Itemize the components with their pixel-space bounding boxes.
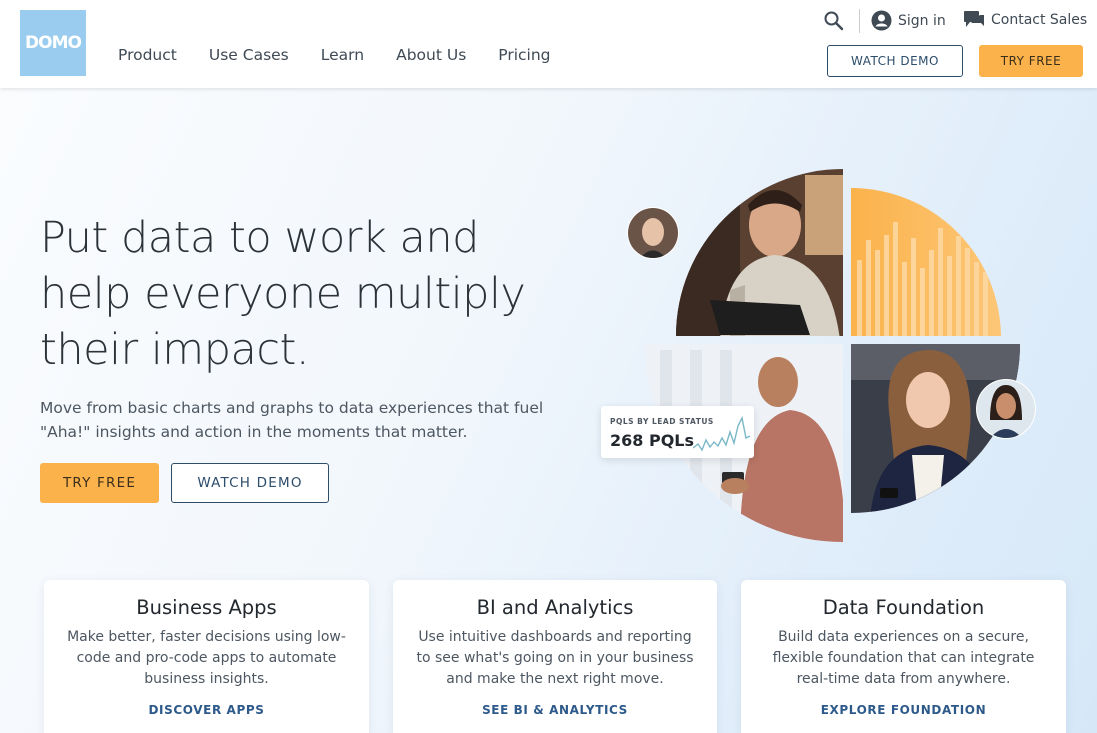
nav-item-product[interactable]: Product [118, 46, 177, 64]
pqls-stat-card: PQLS BY LEAD STATUS 268 PQLs [601, 406, 754, 458]
see-bi-analytics-link[interactable]: SEE BI & ANALYTICS [393, 703, 717, 717]
hero-watch-demo-button[interactable]: WATCH DEMO [171, 463, 329, 503]
account-icon [871, 10, 892, 31]
card-title: Data Foundation [822, 596, 985, 619]
header-try-free-button[interactable]: TRY FREE [979, 45, 1083, 77]
sparkline-icon [693, 415, 751, 452]
hero-collage [627, 169, 1036, 542]
card-body: Use intuitive dashboards and reporting t… [416, 629, 694, 687]
nav-item-learn[interactable]: Learn [321, 46, 364, 64]
orange-bar-chart-graphic [851, 188, 1001, 336]
main-nav: Product Use Cases Learn About Us Pricing [118, 46, 583, 64]
card-data-foundation: Data Foundation Build data experiences o… [741, 580, 1066, 733]
avatar-woman-right [976, 379, 1036, 439]
utility-divider [859, 9, 860, 33]
discover-apps-link[interactable]: DISCOVER APPS [44, 703, 369, 717]
nav-item-pricing[interactable]: Pricing [498, 46, 550, 64]
pqls-value: 268 PQLs [610, 431, 695, 450]
nav-item-about-us[interactable]: About Us [396, 46, 466, 64]
card-bi-analytics: BI and Analytics Use intuitive dashboard… [393, 580, 717, 733]
sign-in-link[interactable]: Sign in [871, 10, 946, 31]
search-icon[interactable] [823, 10, 845, 32]
card-title: Business Apps [136, 596, 277, 619]
logo-text: DOMO [25, 33, 82, 53]
hero-subline: Move from basic charts and graphs to dat… [40, 399, 544, 441]
card-business-apps: Business Apps Make better, faster decisi… [44, 580, 369, 733]
hero-headline: Put data to work and help everyone multi… [40, 213, 526, 375]
sign-in-label: Sign in [898, 12, 946, 29]
domo-logo[interactable]: DOMO [20, 10, 86, 76]
avatar-woman-left [627, 207, 679, 259]
chat-icon [964, 11, 984, 27]
hero-try-free-button[interactable]: TRY FREE [40, 463, 159, 503]
card-body: Build data experiences on a secure, flex… [772, 629, 1035, 687]
explore-foundation-link[interactable]: EXPLORE FOUNDATION [741, 703, 1066, 717]
contact-sales-link[interactable]: Contact Sales [963, 10, 1087, 30]
card-title: BI and Analytics [476, 596, 634, 619]
header-watch-demo-button[interactable]: WATCH DEMO [827, 45, 963, 77]
card-body: Make better, faster decisions using low-… [67, 629, 346, 687]
contact-sales-label: Contact Sales [991, 12, 1088, 28]
photo-man-tablet [676, 169, 843, 336]
site-header: DOMO Product Use Cases Learn About Us Pr… [0, 0, 1097, 88]
nav-item-use-cases[interactable]: Use Cases [209, 46, 289, 64]
